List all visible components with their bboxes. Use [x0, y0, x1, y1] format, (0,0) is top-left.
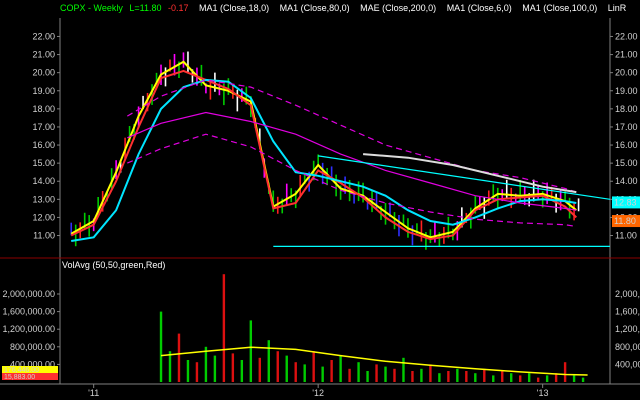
left-price-tick-label: 21.00 — [32, 50, 55, 60]
volume-bar — [168, 351, 172, 382]
left-price-tick-label: 17.00 — [32, 122, 55, 132]
volume-bar — [258, 357, 261, 382]
price-badge-label: 11.80 — [614, 216, 636, 226]
volume-bar — [186, 360, 190, 382]
time-tick-label: '13 — [537, 388, 549, 398]
volume-bar — [285, 355, 288, 382]
chart-canvas: COPX - Weekly L=11.80 -0.17 MA1 (Close,1… — [0, 0, 640, 400]
volume-bar — [213, 355, 217, 382]
volume-bar — [501, 371, 504, 382]
right-volume-tick-label: 1,200,00 — [615, 324, 640, 334]
volume-bar — [393, 368, 396, 382]
volume-bar — [536, 377, 540, 382]
volume-badges: 176,446.0015,883.00 — [2, 366, 58, 381]
volume-bar — [527, 373, 531, 382]
volume-bar — [429, 364, 432, 382]
right-price-tick-label: 22.00 — [615, 31, 638, 41]
left-volume-tick-label: 1,600,000.00 — [2, 307, 55, 317]
volume-bar — [545, 375, 549, 382]
time-tick-label: '12 — [312, 388, 324, 398]
volume-bar — [276, 351, 279, 382]
volume-bar — [231, 353, 235, 382]
left-price-tick-label: 15.00 — [32, 158, 55, 168]
volume-bar — [348, 368, 351, 382]
volume-bar — [312, 351, 315, 382]
left-volume-tick-label: 2,000,000.00 — [2, 289, 55, 299]
volume-bar — [420, 368, 423, 382]
left-price-tick-label: 13.00 — [32, 194, 55, 204]
volume-bar — [375, 364, 378, 382]
left-price-tick-label: 11.00 — [33, 231, 55, 241]
indicator-label-4: MA1 (Close,6,0) — [447, 3, 512, 13]
volume-bar — [438, 373, 441, 382]
left-price-tick-label: 16.00 — [32, 140, 55, 150]
price-badge-label: 12.83 — [614, 197, 637, 207]
indicator-label-1: MA1 (Close,18,0) — [199, 3, 269, 13]
price-title: COPX - Weekly L=11.80 -0.17 MA1 (Close,1… — [60, 3, 627, 13]
right-volume-tick-label: 2,000,00 — [615, 289, 640, 299]
volume-bar — [339, 355, 342, 382]
left-price-tick-label: 20.00 — [32, 68, 55, 78]
volume-bar — [321, 366, 324, 382]
right-price-tick-label: 19.00 — [615, 86, 638, 96]
volume-bar — [357, 362, 360, 382]
volume-bar — [447, 371, 450, 382]
volume-title: VolAvg (50,50,green,Red) — [62, 260, 165, 270]
volume-bar — [330, 360, 333, 382]
time-tick-label: '11 — [88, 388, 99, 398]
volume-bar — [563, 362, 567, 382]
volume-bar — [519, 375, 522, 382]
volume-bar — [366, 371, 369, 382]
left-volume-tick-label: 800,000.00 — [10, 342, 55, 352]
right-price-tick-label: 14.00 — [615, 176, 638, 186]
volume-bar — [572, 375, 576, 382]
right-volume-tick-label: 800,00 — [615, 342, 640, 352]
volume-bar — [402, 357, 405, 382]
volume-bar — [411, 371, 414, 382]
right-volume-tick-label: 1,600,00 — [615, 307, 640, 317]
left-price-tick-label: 18.00 — [32, 104, 55, 114]
volume-bar — [303, 364, 306, 382]
indicator-label-5: MA1 (Close,100,0) — [522, 3, 597, 13]
volume-bar — [267, 340, 270, 382]
volume-bar — [195, 362, 199, 382]
right-volume-tick-label: 400,00 — [615, 359, 640, 369]
indicator-label-6: LinR — [608, 3, 627, 13]
volume-badge-label: 15,883.00 — [4, 374, 35, 381]
volume-bar — [474, 373, 477, 382]
right-price-tick-label: 16.00 — [615, 140, 638, 150]
left-price-tick-label: 12.00 — [32, 212, 55, 222]
indicator-label-3: MAE (Close,200,0) — [360, 3, 436, 13]
volume-bar — [222, 274, 226, 382]
indicator-label-2: MA1 (Close,80,0) — [280, 3, 350, 13]
change-label: -0.17 — [168, 3, 189, 13]
right-price-tick-label: 11.00 — [615, 231, 637, 241]
left-price-tick-label: 19.00 — [32, 86, 55, 96]
right-price-tick-label: 20.00 — [615, 68, 638, 78]
volume-bar — [384, 366, 387, 382]
volume-bar — [456, 368, 459, 382]
right-price-tick-label: 15.00 — [615, 158, 638, 168]
right-price-tick-label: 21.00 — [615, 50, 638, 60]
volume-badge-label: 176,446.00 — [4, 367, 39, 374]
volume-bar — [581, 377, 585, 382]
volume-bar — [204, 346, 208, 382]
left-price-tick-label: 14.00 — [32, 176, 55, 186]
volume-bar — [492, 375, 495, 382]
left-volume-tick-label: 1,200,000.00 — [2, 324, 55, 334]
volume-bar — [294, 362, 297, 382]
volume-bar — [159, 311, 163, 382]
left-price-tick-label: 22.00 — [32, 31, 55, 41]
volume-bar — [240, 360, 244, 382]
right-price-tick-label: 17.00 — [615, 122, 638, 132]
volume-bar — [177, 333, 181, 382]
right-price-tick-label: 18.00 — [615, 104, 638, 114]
last-price-label: L=11.80 — [129, 3, 161, 13]
volume-bar — [249, 320, 253, 382]
volume-bar — [465, 371, 468, 382]
volume-bar — [510, 373, 513, 382]
volume-bar — [483, 368, 486, 382]
symbol-label: COPX - Weekly — [60, 3, 123, 13]
